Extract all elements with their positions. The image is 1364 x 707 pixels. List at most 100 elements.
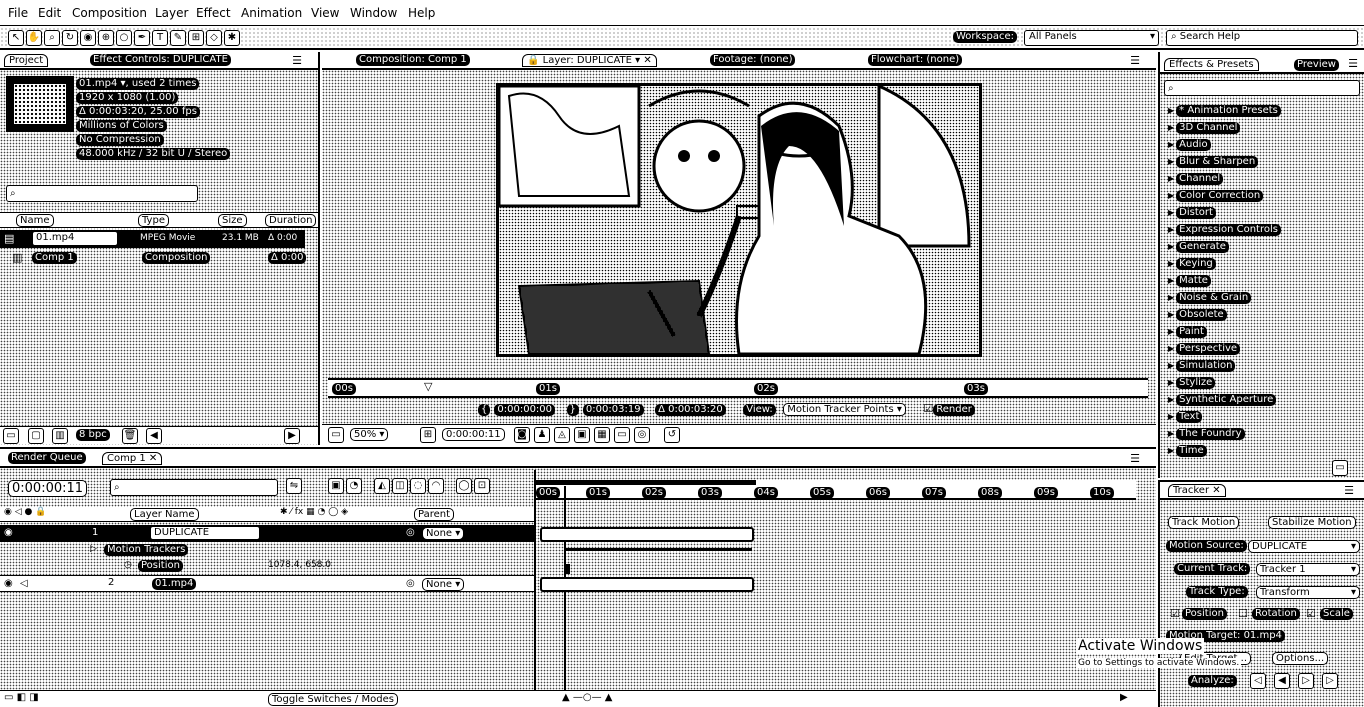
effect-category[interactable]: Text xyxy=(1168,410,1203,423)
project-row[interactable]: ▥ Comp 1 Composition Δ 0:00 xyxy=(0,250,307,266)
pen-tool-icon[interactable]: ✒ xyxy=(134,30,150,46)
column-type[interactable]: Type xyxy=(138,214,169,227)
position-checkbox[interactable]: ☑ xyxy=(1170,607,1180,620)
menu-layer[interactable]: Layer xyxy=(155,6,188,20)
pickwhip-icon[interactable]: ◎ xyxy=(406,527,415,538)
grid-icon[interactable]: ⊞ xyxy=(420,427,436,443)
timeline-graph[interactable]: 00s 01s 02s 03s 04s 05s 06s 07s 08s 09s … xyxy=(536,478,1136,707)
scroll-right-icon[interactable]: ▶ xyxy=(1120,692,1128,703)
transparency-grid-icon[interactable]: ▦ xyxy=(594,427,610,443)
property-value[interactable]: 1078.4, 658.0 xyxy=(268,560,331,570)
comp-mini-flowchart-icon[interactable]: ⇋ xyxy=(286,478,302,494)
menu-window[interactable]: Window xyxy=(350,6,397,20)
puppet-tool-icon[interactable]: ✱ xyxy=(224,30,240,46)
tab-effect-controls[interactable]: Effect Controls: DUPLICATE xyxy=(90,54,231,66)
panel-menu-icon[interactable]: ☰ xyxy=(1348,57,1358,70)
pickwhip-icon[interactable]: ◎ xyxy=(406,578,415,589)
current-time-indicator[interactable] xyxy=(564,486,566,707)
channel-icon[interactable]: ◬ xyxy=(554,427,570,443)
zoom-select[interactable]: 50% ▾ xyxy=(350,428,389,441)
new-preset-icon[interactable]: ▭ xyxy=(1332,460,1348,476)
effect-category[interactable]: Noise & Grain xyxy=(1168,291,1252,304)
effect-category[interactable]: Expression Controls xyxy=(1168,223,1281,236)
keyframe-marker[interactable] xyxy=(566,564,570,574)
track-motion-button[interactable]: Track Motion xyxy=(1168,516,1240,529)
in-time[interactable]: 0:00:00:00 xyxy=(494,404,556,416)
layer-row[interactable]: ◉ ◁ 2 01.mp4 ◎ None ▾ xyxy=(0,575,534,592)
timeline-search-input[interactable]: ⌕ xyxy=(110,479,278,496)
motion-source-select[interactable]: DUPLICATE ▾ xyxy=(1248,540,1360,553)
snapshot-icon[interactable]: ◙ xyxy=(514,427,530,443)
stabilize-motion-button[interactable]: Stabilize Motion xyxy=(1268,516,1356,529)
rotate-tool-icon[interactable]: ↻ xyxy=(62,30,78,46)
interpret-footage-icon[interactable]: ▭ xyxy=(3,428,19,444)
effect-category[interactable]: The Foundry xyxy=(1168,427,1245,440)
layer-name[interactable]: DUPLICATE xyxy=(150,526,260,540)
effect-category[interactable]: Color Correction xyxy=(1168,189,1264,202)
analyze-back-frame-icon[interactable]: ◁ xyxy=(1250,673,1266,689)
pan-behind-tool-icon[interactable]: ⊕ xyxy=(98,30,114,46)
scale-checkbox[interactable]: ☑ xyxy=(1306,607,1316,620)
effect-category[interactable]: Obsolete xyxy=(1168,308,1227,321)
tab-layer[interactable]: 🔒 Layer: DUPLICATE ▾ ✕ xyxy=(522,54,657,67)
zoom-slider[interactable]: ▲ —○— ▲ xyxy=(562,692,612,703)
project-row[interactable]: ▤ 01.mp4 MPEG Movie 23.1 MB Δ 0:00 xyxy=(0,230,305,248)
rotation-checkbox[interactable]: ☐ xyxy=(1238,607,1248,620)
effect-category[interactable]: Keying xyxy=(1168,257,1216,270)
tab-composition[interactable]: Composition: Comp 1 xyxy=(356,54,470,66)
analyze-forward-icon[interactable]: ▷ xyxy=(1298,673,1314,689)
effect-category[interactable]: Audio xyxy=(1168,138,1211,151)
options-button[interactable]: Options... xyxy=(1272,652,1329,665)
live-update-icon[interactable]: ⊡ xyxy=(474,478,490,494)
effect-category[interactable]: Stylize xyxy=(1168,376,1216,389)
panel-menu-icon[interactable]: ☰ xyxy=(292,54,302,67)
motion-blur-icon[interactable]: ◫ xyxy=(392,478,408,494)
brainstorm-icon[interactable]: ◌ xyxy=(410,478,426,494)
toggle-switches-modes-button[interactable]: Toggle Switches / Modes xyxy=(268,693,398,706)
tab-tracker[interactable]: Tracker ✕ xyxy=(1168,484,1226,497)
timeline-current-time[interactable]: 0:00:00:11 xyxy=(8,480,88,497)
panel-menu-icon[interactable]: ☰ xyxy=(1344,484,1354,497)
effect-category[interactable]: Blur & Sharpen xyxy=(1168,155,1259,168)
workspace-select[interactable]: All Panels ▾ xyxy=(1024,30,1159,46)
layer-time-ruler[interactable]: 00s ▽ 01s 02s 03s xyxy=(328,378,1148,398)
effect-category[interactable]: Matte xyxy=(1168,274,1211,287)
expand-panes-icon[interactable]: ▭ ◧ ◨ xyxy=(4,692,39,703)
always-preview-icon[interactable]: ▭ xyxy=(328,427,344,443)
audio-icon[interactable]: ◁ xyxy=(20,578,28,589)
zoom-tool-icon[interactable]: ⌕ xyxy=(44,30,60,46)
region-of-interest-icon[interactable]: ▣ xyxy=(574,427,590,443)
layer-row[interactable]: ◉ 1 DUPLICATE ◎ None ▾ xyxy=(0,525,534,542)
menu-composition[interactable]: Composition xyxy=(72,6,147,20)
property-row[interactable]: ◷ Position 1078.4, 658.0 xyxy=(0,559,534,574)
exposure-icon[interactable]: ◎ xyxy=(634,427,650,443)
project-item-name[interactable]: 01.mp4 xyxy=(32,231,118,246)
parent-select[interactable]: None ▾ xyxy=(422,578,465,591)
frame-blending-icon[interactable]: ◭ xyxy=(374,478,390,494)
property-row[interactable]: ▷ Motion Trackers xyxy=(0,543,534,558)
scroll-right-icon[interactable]: ▶ xyxy=(284,428,300,444)
effect-category[interactable]: Generate xyxy=(1168,240,1229,253)
effect-category[interactable]: Simulation xyxy=(1168,359,1236,372)
panel-menu-icon[interactable]: ☰ xyxy=(1130,54,1140,67)
tab-footage[interactable]: Footage: (none) xyxy=(710,54,796,66)
menu-help[interactable]: Help xyxy=(408,6,435,20)
analyze-forward-frame-icon[interactable]: ▷ xyxy=(1322,673,1338,689)
graph-editor-icon[interactable]: ◠ xyxy=(428,478,444,494)
effect-category[interactable]: Time xyxy=(1168,444,1207,457)
menu-file[interactable]: File xyxy=(8,6,28,20)
view-options-icon[interactable]: ▭ xyxy=(614,427,630,443)
trash-icon[interactable]: 🗑 xyxy=(122,428,138,444)
brush-tool-icon[interactable]: ✎ xyxy=(170,30,186,46)
shy-icon[interactable]: ◔ xyxy=(346,478,362,494)
new-composition-icon[interactable]: ▥ xyxy=(52,428,68,444)
effects-search-input[interactable]: ⌕ xyxy=(1164,80,1360,96)
selection-tool-icon[interactable]: ↖ xyxy=(8,30,24,46)
layer-name[interactable]: 01.mp4 xyxy=(152,578,197,590)
work-area-bar[interactable] xyxy=(536,480,756,485)
tab-comp[interactable]: Comp 1 ✕ xyxy=(102,452,163,465)
out-time[interactable]: 0:00:03:19 xyxy=(582,404,644,416)
effect-category[interactable]: Perspective xyxy=(1168,342,1241,355)
column-parent[interactable]: Parent xyxy=(414,508,455,521)
current-track-select[interactable]: Tracker 1 ▾ xyxy=(1256,563,1360,576)
